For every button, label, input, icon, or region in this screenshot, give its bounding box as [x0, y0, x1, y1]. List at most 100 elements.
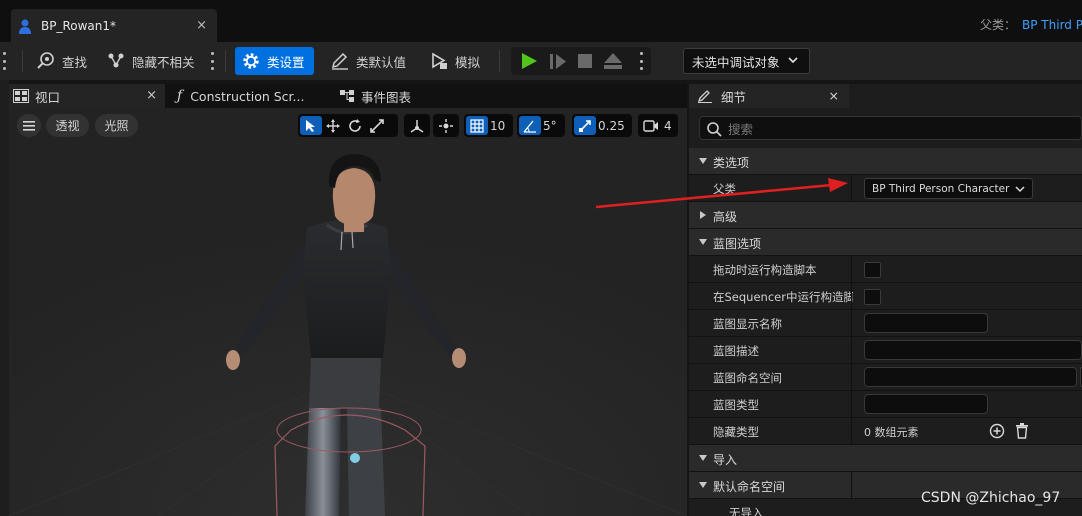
category-imports[interactable]: 导入	[689, 445, 1082, 472]
scale-snap-icon[interactable]	[574, 116, 596, 135]
trash-icon[interactable]	[1015, 423, 1029, 439]
tab-details-label: 细节	[721, 89, 747, 105]
world-space-icon[interactable]	[406, 116, 428, 135]
gear-icon	[243, 53, 259, 69]
rotation-snap-group: 5°	[517, 114, 565, 137]
document-tab[interactable]: BP_Rowan1* ×	[11, 9, 217, 42]
chevron-down-icon	[699, 482, 707, 488]
document-tab-close-icon[interactable]: ×	[196, 18, 207, 33]
eject-icon[interactable]	[603, 52, 623, 70]
find-label: 查找	[62, 54, 88, 70]
rotate-tool-icon[interactable]	[344, 116, 366, 135]
details-search-input[interactable]: 搜索	[699, 116, 1082, 140]
category-advanced[interactable]: 高级	[689, 202, 1082, 229]
play-icon[interactable]	[520, 52, 538, 70]
simulate-icon	[432, 52, 447, 69]
column-divider[interactable]	[851, 337, 852, 364]
property-label: 蓝图类型	[713, 398, 759, 412]
category-class-options[interactable]: 类选项	[689, 148, 1082, 175]
blueprint-actor-icon	[19, 19, 31, 34]
tab-details[interactable]: 细节 ×	[689, 84, 849, 108]
run-construction-in-sequencer-checkbox[interactable]	[864, 289, 881, 305]
property-hide-categories: 隐藏类型 0 数组元素	[689, 418, 1082, 445]
category-label: 蓝图选项	[713, 237, 762, 251]
tab-details-close-icon[interactable]: ×	[829, 88, 839, 103]
viewport[interactable]: 透视 光照 10 5° 0.25 4	[9, 108, 687, 516]
add-element-icon[interactable]	[989, 423, 1005, 439]
column-divider[interactable]	[851, 472, 852, 499]
parent-class-info: 父类： BP Third P	[980, 16, 1082, 33]
blueprint-description-field[interactable]	[864, 340, 1082, 360]
column-divider[interactable]	[851, 391, 852, 418]
hide-unrelated-button[interactable]: 隐藏不相关	[100, 47, 201, 75]
tab-event-graph-label: 事件图表	[361, 89, 412, 105]
parent-class-link[interactable]: BP Third P	[1022, 18, 1082, 32]
play-options-icon[interactable]	[639, 52, 643, 70]
parent-class-value: BP Third Person Character	[872, 182, 1010, 195]
stop-icon[interactable]	[577, 53, 593, 69]
tab-event-graph[interactable]: 事件图表	[335, 84, 465, 108]
hide-unrelated-options-icon[interactable]	[210, 52, 214, 70]
chevron-down-icon	[699, 239, 707, 245]
simulate-button[interactable]: 模拟	[423, 47, 486, 75]
perspective-label: 透视	[55, 119, 80, 133]
select-tool-icon[interactable]	[300, 116, 322, 135]
property-blueprint-type: 蓝图类型	[689, 391, 1082, 418]
toolbar-separator	[225, 50, 226, 72]
parent-class-label: 父类：	[980, 18, 1017, 32]
blueprint-display-name-field[interactable]	[864, 313, 988, 333]
tab-construction-script[interactable]: ƒ Construction Scr...	[173, 84, 333, 108]
editor-panel-tabs: 视口 × ƒ Construction Scr... 事件图表	[9, 84, 687, 108]
lighting-label: 光照	[104, 119, 129, 133]
rotation-snap-icon[interactable]	[519, 116, 541, 135]
property-parent-class: 父类 BP Third Person Character	[689, 175, 1082, 202]
play-controls	[511, 47, 651, 75]
toolbar-overflow-icon[interactable]	[2, 52, 6, 70]
scale-tool-icon[interactable]	[366, 116, 388, 135]
lighting-button[interactable]: 光照	[95, 114, 138, 137]
perspective-button[interactable]: 透视	[46, 114, 89, 137]
column-divider[interactable]	[851, 364, 852, 391]
column-divider[interactable]	[851, 418, 852, 445]
camera-speed-value[interactable]: 4	[662, 119, 676, 133]
event-graph-icon	[340, 90, 354, 102]
column-divider[interactable]	[851, 310, 852, 337]
tab-viewport-close-icon[interactable]: ×	[146, 88, 157, 103]
column-divider[interactable]	[851, 283, 852, 310]
viewport-scene	[9, 108, 687, 516]
title-bar: BP_Rowan1* × 父类： BP Third P	[0, 0, 1082, 42]
property-label: 蓝图描述	[713, 344, 759, 358]
grid-snap-value[interactable]: 10	[488, 119, 509, 133]
column-divider[interactable]	[851, 175, 852, 202]
surface-snap-icon[interactable]	[435, 116, 457, 135]
surface-snap-toggle	[433, 114, 459, 137]
camera-speed-icon[interactable]	[640, 116, 662, 135]
chevron-down-icon	[1015, 186, 1025, 193]
main-toolbar: 查找 隐藏不相关 类设置 类默认值 模拟 未选中调试对象	[0, 42, 1082, 80]
grid-snap-icon[interactable]	[466, 116, 488, 135]
property-label: 无导入	[729, 506, 764, 516]
translate-tool-icon[interactable]	[322, 116, 344, 135]
hamburger-menu-icon	[23, 120, 35, 131]
rotation-snap-value[interactable]: 5°	[541, 119, 561, 133]
column-divider[interactable]	[851, 256, 852, 283]
property-blueprint-description: 蓝图描述	[689, 337, 1082, 364]
category-blueprint-options[interactable]: 蓝图选项	[689, 229, 1082, 256]
property-label: 拖动时运行构造脚本	[713, 263, 817, 277]
blueprint-type-field[interactable]	[864, 394, 988, 414]
class-defaults-button[interactable]: 类默认值	[324, 47, 412, 75]
tab-viewport[interactable]: 视口 ×	[9, 84, 165, 108]
grid-snap-group: 10	[464, 114, 513, 137]
find-button[interactable]: 查找	[30, 47, 93, 75]
run-construction-on-drag-checkbox[interactable]	[864, 262, 881, 278]
debug-object-dropdown[interactable]: 未选中调试对象	[683, 48, 810, 74]
watermark-text: CSDN @Zhichao_97	[921, 490, 1061, 506]
scale-snap-value[interactable]: 0.25	[596, 119, 629, 133]
class-settings-button[interactable]: 类设置	[235, 47, 314, 75]
function-icon: ƒ	[177, 88, 183, 104]
step-frame-icon[interactable]	[549, 53, 567, 70]
viewport-menu-button[interactable]	[17, 114, 41, 137]
details-panel: 细节 × 搜索 类选项 父类 BP Third Person Character…	[689, 84, 1082, 516]
parent-class-dropdown[interactable]: BP Third Person Character	[864, 178, 1033, 199]
blueprint-namespace-field[interactable]	[864, 367, 1077, 387]
